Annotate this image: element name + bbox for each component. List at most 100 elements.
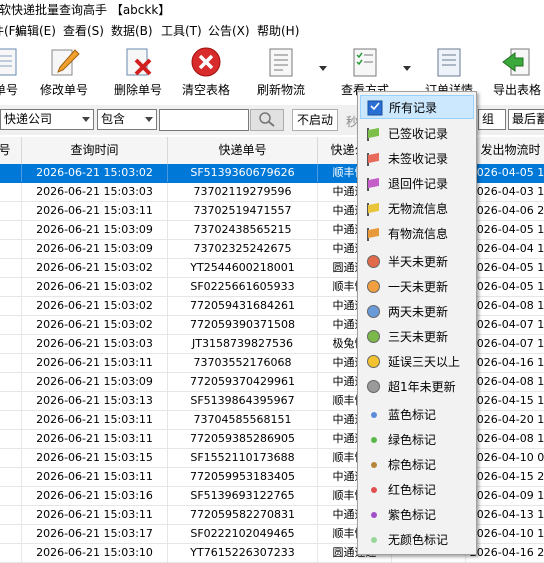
view-menu-item[interactable]: 紫色标记 <box>360 503 474 527</box>
table-cell: 2026-06-21 15:03:11 <box>22 202 168 220</box>
menu-view[interactable]: 查看(S) <box>63 23 104 39</box>
table-cell: 2026-06-21 15:03:09 <box>22 221 168 239</box>
column-header[interactable]: 发出物流时 <box>466 137 544 164</box>
table-cell: 772059431684261 <box>168 297 318 315</box>
refresh-dropdown-arrow-icon[interactable] <box>319 66 327 71</box>
table-cell: 2026-04-07 19 <box>466 335 544 353</box>
view-menu-item[interactable]: 无物流信息 <box>360 197 474 221</box>
red-dot-icon <box>366 482 382 498</box>
edit-number-button[interactable]: 修改单号 <box>36 44 92 102</box>
table-cell: JT3158739827536 <box>168 335 318 353</box>
match-select[interactable]: 包含 <box>97 109 157 130</box>
column-header[interactable]: 号 <box>0 137 22 164</box>
table-cell: 2026-04-05 17 <box>466 259 544 277</box>
clear-table-button[interactable]: 清空表格 <box>178 44 234 102</box>
table-cell: 73702325242675 <box>168 240 318 258</box>
export-arrow-icon <box>501 46 533 78</box>
view-menu-item-label: 红色标记 <box>388 483 437 497</box>
table-cell: SF0225661605933 <box>168 278 318 296</box>
table-cell: 2026-06-21 15:03:17 <box>22 525 168 543</box>
table-cell: 2026-06-21 15:03:13 <box>22 392 168 410</box>
view-menu-item[interactable]: 有物流信息 <box>360 222 474 246</box>
table-cell: 2026-04-16 19 <box>466 354 544 372</box>
export-table-button[interactable]: 导出表格 <box>489 44 544 102</box>
green-dot-icon <box>366 432 382 448</box>
edit-pencil-icon <box>48 46 80 78</box>
view-menu-item[interactable]: 绿色标记 <box>360 428 474 452</box>
view-menu-item[interactable]: 未签收记录 <box>360 147 474 171</box>
table-cell: 2026-06-21 15:03:03 <box>22 183 168 201</box>
add-number-label: 单号 <box>0 83 18 97</box>
view-menu-item[interactable]: 三天未更新 <box>360 325 474 349</box>
table-cell: SF5139693122765 <box>168 487 318 505</box>
view-menu-item-label: 三天未更新 <box>388 330 449 344</box>
table-cell: 772059953183405 <box>168 468 318 486</box>
table-cell: 73702119279596 <box>168 183 318 201</box>
view-menu-item[interactable]: 所有记录 <box>360 95 474 119</box>
group-select-value: 组 <box>482 112 495 126</box>
table-cell: 2026-04-20 19 <box>466 411 544 429</box>
view-menu-item[interactable]: 红色标记 <box>360 478 474 502</box>
add-number-button[interactable]: 单号 <box>0 44 26 102</box>
menu-notice[interactable]: 公告(X) <box>208 23 250 39</box>
group-select[interactable]: 组 <box>478 109 506 130</box>
view-dropdown-arrow-icon[interactable] <box>403 66 411 71</box>
delete-number-button[interactable]: 删除单号 <box>110 44 166 102</box>
view-menu-item-label: 所有记录 <box>389 101 438 115</box>
view-mode-menu: 所有记录已签收记录未签收记录 退回件记录 无物流信息 有物流信息半天未更新 一天未更新两… <box>357 91 477 555</box>
export-table-label: 导出表格 <box>492 83 541 97</box>
table-cell: 2026-06-21 15:03:02 <box>22 259 168 277</box>
menu-bar: 件(F) 编辑(E) 查看(S) 数据(B) 工具(T) 公告(X) 帮助(H) <box>0 21 544 41</box>
table-cell <box>0 544 22 562</box>
table-cell: 73702519471557 <box>168 202 318 220</box>
table-cell: 2026-04-07 19 <box>466 316 544 334</box>
view-menu-item[interactable]: 超1年未更新 <box>360 375 474 399</box>
menu-edit[interactable]: 编辑(E) <box>15 23 56 39</box>
menu-help[interactable]: 帮助(H) <box>257 23 299 39</box>
orange-flag-icon <box>366 226 382 242</box>
view-menu-item[interactable]: 无颜色标记 <box>360 528 474 552</box>
face-yellow-icon <box>366 354 382 370</box>
search-button[interactable] <box>250 109 284 131</box>
table-cell <box>0 297 22 315</box>
view-menu-item[interactable]: 退回件记录 <box>360 172 474 196</box>
column-header[interactable]: 快递单号 <box>168 137 318 164</box>
search-input[interactable] <box>159 109 249 131</box>
menu-tools[interactable]: 工具(T) <box>161 23 202 39</box>
view-menu-item[interactable]: 已签收记录 <box>360 122 474 146</box>
table-cell <box>0 392 22 410</box>
clear-table-label: 清空表格 <box>181 83 230 97</box>
last-update-select[interactable]: 最后蓄 <box>508 109 544 130</box>
view-menu-item[interactable]: 蓝色标记 <box>360 403 474 427</box>
menu-data[interactable]: 数据(B) <box>111 23 153 39</box>
view-menu-item[interactable]: 半天未更新 <box>360 250 474 274</box>
purple-flag-icon <box>366 176 382 192</box>
yellow-flag-icon <box>366 201 382 217</box>
table-cell: 2026-06-21 15:03:11 <box>22 411 168 429</box>
auto-start-label: 不启动 <box>296 113 333 127</box>
column-header[interactable]: 查询时间 <box>22 137 168 164</box>
table-cell: 2026-04-10 09 <box>466 449 544 467</box>
clear-stop-icon <box>190 46 222 78</box>
purple-dot-icon <box>366 507 382 523</box>
table-cell: 2026-04-04 18 <box>466 240 544 258</box>
view-menu-item[interactable]: 延误三天以上 <box>360 350 474 374</box>
auto-start-button[interactable]: 不启动 <box>292 109 338 131</box>
company-select[interactable]: 快递公司 <box>0 109 94 130</box>
view-menu-item-label: 已签收记录 <box>388 127 449 141</box>
face-red-icon <box>366 254 382 270</box>
table-cell: SF1552110173688 <box>168 449 318 467</box>
table-cell: 2026-06-21 15:03:09 <box>22 240 168 258</box>
refresh-logistics-button[interactable]: 刷新物流 <box>253 44 309 102</box>
table-cell: 2026-06-21 15:03:02 <box>22 297 168 315</box>
last-update-select-value: 最后蓄 <box>512 112 544 126</box>
table-cell: SF5139360679626 <box>168 164 318 182</box>
view-menu-item[interactable]: 两天未更新 <box>360 300 474 324</box>
table-cell: 73702438565215 <box>168 221 318 239</box>
table-cell: 2026-04-10 14 <box>466 525 544 543</box>
view-menu-item[interactable]: 一天未更新 <box>360 275 474 299</box>
view-menu-item[interactable]: 棕色标记 <box>360 453 474 477</box>
table-cell <box>0 221 22 239</box>
view-menu-item-label: 蓝色标记 <box>388 408 437 422</box>
search-icon <box>259 112 275 127</box>
